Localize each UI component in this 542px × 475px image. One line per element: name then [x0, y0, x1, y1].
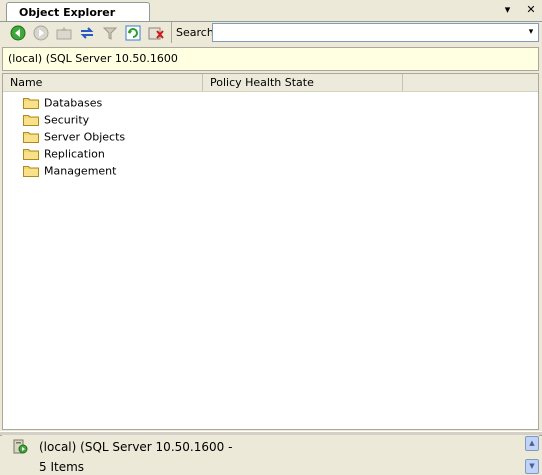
list-item-label: Databases [44, 96, 103, 110]
toolbar: Search ▾ [0, 22, 542, 44]
scroll-up-icon[interactable]: ▲ [525, 436, 539, 451]
info-scrollbar[interactable]: ▲ ▼ [525, 435, 539, 475]
folder-icon [23, 113, 39, 126]
path-bar: (local) (SQL Server 10.50.1600 [2, 47, 539, 71]
details-list[interactable]: Name Policy Health State Databases Secur… [2, 73, 539, 430]
list-item[interactable]: Replication [23, 145, 125, 162]
search-input[interactable]: ▾ [212, 23, 539, 42]
list-rows: Databases Security Server Objects Replic… [23, 94, 125, 179]
list-item-label: Management [44, 164, 117, 178]
refresh-icon[interactable] [125, 25, 141, 41]
column-header-policy-health-state[interactable]: Policy Health State [203, 74, 403, 91]
sync-icon[interactable] [79, 25, 95, 41]
list-item-label: Security [44, 113, 90, 127]
search-dropdown-icon[interactable]: ▾ [524, 24, 538, 41]
info-panel: (local) (SQL Server 10.50.1600 - 5 Items… [2, 435, 539, 475]
list-item[interactable]: Security [23, 111, 125, 128]
filter-icon[interactable] [102, 25, 118, 41]
info-item-count: 5 Items [39, 460, 85, 474]
disconnect-icon[interactable] [148, 25, 164, 41]
folder-icon [23, 164, 39, 177]
column-header-name[interactable]: Name [3, 74, 203, 91]
list-item[interactable]: Management [23, 162, 125, 179]
search-label: Search [171, 22, 218, 43]
dropdown-arrow-icon[interactable]: ▾ [501, 3, 515, 17]
folder-icon [23, 96, 39, 109]
folder-icon [23, 147, 39, 160]
path-text: (local) (SQL Server 10.50.1600 [8, 52, 178, 65]
scroll-down-icon[interactable]: ▼ [525, 459, 539, 474]
info-server-text: (local) (SQL Server 10.50.1600 - [39, 440, 233, 454]
window-controls: ▾ ✕ [495, 3, 539, 17]
folder-icon [23, 130, 39, 143]
tab-object-explorer-details[interactable]: Object Explorer Details [6, 2, 150, 38]
close-icon[interactable]: ✕ [524, 3, 538, 17]
list-item[interactable]: Databases [23, 94, 125, 111]
forward-icon[interactable] [33, 25, 49, 41]
list-header: Name Policy Health State [3, 74, 538, 92]
server-icon [12, 438, 28, 454]
tab-strip: Object Explorer Details ▾ ✕ [0, 0, 542, 38]
back-icon[interactable] [10, 25, 26, 41]
up-folder-icon[interactable] [56, 25, 72, 41]
list-item-label: Server Objects [44, 130, 126, 144]
list-item[interactable]: Server Objects [23, 128, 125, 145]
list-item-label: Replication [44, 147, 105, 161]
